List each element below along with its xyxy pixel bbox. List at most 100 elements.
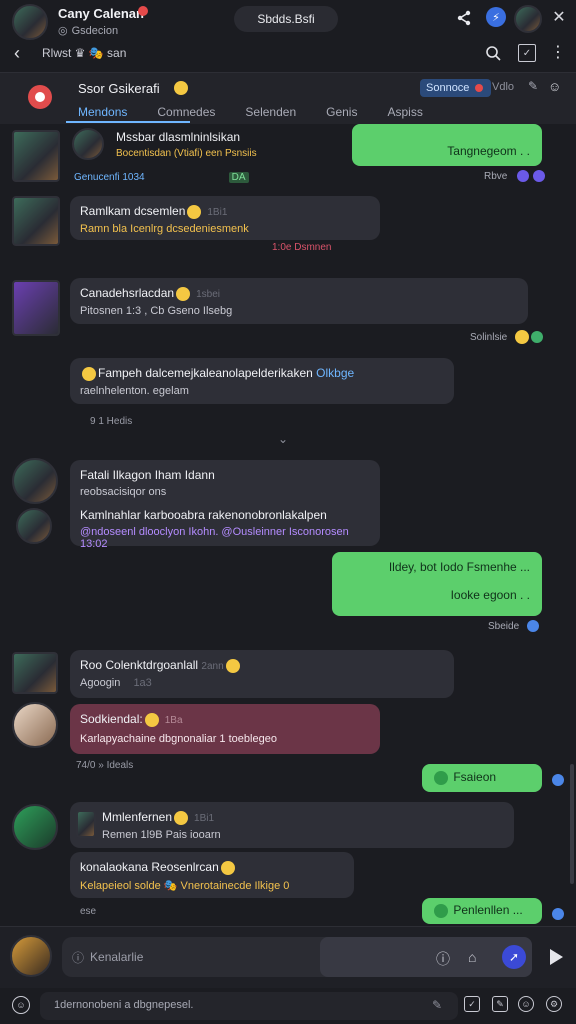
sender-avatar[interactable] — [12, 458, 58, 504]
status-line: Rlwst ♛ 🎭 san — [42, 46, 127, 60]
close-icon[interactable]: ✕ — [550, 8, 568, 26]
emoji-icon[interactable]: ☺ — [548, 79, 561, 94]
message-title: Sodkiendal: — [80, 712, 143, 726]
secondary-input-text: 1dernonobeni a dbgnepesel. — [54, 999, 194, 1011]
emoji-icon — [434, 903, 448, 918]
sender-avatar[interactable] — [12, 280, 60, 336]
outgoing-meta: Rbve — [484, 170, 546, 182]
chevron-down-icon[interactable]: ⌄ — [278, 432, 288, 446]
message-badge: 1sbei — [196, 289, 220, 300]
outgoing-bubble[interactable]: Ildey, bot Iodo Fsmenhe ... Iooke egoon … — [332, 552, 542, 616]
sender-avatar[interactable] — [12, 804, 58, 850]
chat-area: Mssbar dlasmlninlsikan Bocentisdan (Vtia… — [0, 124, 576, 926]
emoji-icon — [434, 770, 448, 785]
channel-logo — [28, 85, 52, 109]
outgoing-meta-text: Rbve — [484, 170, 508, 182]
title-pill[interactable]: Sbdds.Bsfi — [234, 6, 338, 32]
tab-comnedes[interactable]: Comnedes — [139, 105, 227, 119]
message-bubble[interactable]: konalaokana Reosenlrcan Kelapeieol solde… — [70, 852, 354, 898]
edit-icon[interactable]: ✎ — [492, 996, 508, 1012]
message-badge: 1Bi1 — [194, 813, 215, 824]
message-line: Kelapeieol solde 🎭 Vnerotainecde Ilkige … — [80, 879, 290, 892]
emoji-icon — [82, 366, 96, 381]
message-title: Mssbar dlasmlninlsikan — [116, 130, 241, 144]
notification-icon[interactable]: ⚡ — [486, 7, 506, 27]
smile-icon[interactable]: ☺ — [518, 996, 534, 1012]
message-meta: 1:0e Dsmnen — [272, 242, 332, 253]
composer-avatar[interactable] — [10, 935, 52, 977]
active-tab-underline — [66, 121, 190, 123]
outgoing-meta: Sbeide — [488, 620, 540, 632]
mic-icon[interactable]: ✎ — [528, 79, 538, 93]
message-bubble[interactable]: Roo Colenktdrgoanlall 2ann Agoogin 1a3 — [70, 650, 454, 698]
pen-icon[interactable]: ✎ — [432, 998, 442, 1012]
sender-avatar[interactable] — [12, 652, 58, 694]
checkbox-icon[interactable]: ✓ — [464, 996, 480, 1012]
tab-aspiss[interactable]: Aspiss — [369, 105, 434, 119]
message-line: Bocentisdan (Vtiafi) een Psnsiis — [116, 148, 257, 159]
user-avatar[interactable] — [514, 5, 542, 33]
message-bubble[interactable]: Canadehsrlacdan 1sbei Pitosnen 1:3 , Cb G… — [70, 278, 528, 324]
profile-handle: ◎ Gsdecion — [58, 24, 118, 38]
sender-avatar[interactable] — [12, 130, 60, 182]
inner-avatar — [76, 810, 96, 838]
message-bubble[interactable]: Fatali Ilkagon Iham Idann reobsacisiqor … — [70, 460, 380, 550]
status-chip-label: Sonnoce — [426, 82, 470, 94]
status-chip[interactable]: Sonnoce — [420, 79, 492, 97]
sender-avatar[interactable] — [12, 702, 58, 748]
back-arrow-icon[interactable]: ‹ — [8, 43, 26, 63]
profile-avatar[interactable] — [12, 4, 48, 40]
message-bubble[interactable]: Fampeh dalcemejkaleanolapelderikaken Olk… — [70, 358, 454, 404]
message-mention[interactable]: @ndoseenl dlooclyon Ikohn. @Ousleinner I… — [80, 526, 370, 550]
read-icon — [552, 774, 564, 786]
more-vertical-icon[interactable]: ⋮ — [550, 42, 566, 62]
emoji-icon — [174, 810, 189, 825]
at-icon: ◎ — [58, 25, 68, 37]
scrollbar[interactable] — [570, 764, 574, 884]
message-meta: Genucenfi 1034 DA — [74, 172, 249, 183]
secondary-input[interactable]: 1dernonobeni a dbgnepesel. ✎ — [40, 992, 458, 1020]
bottom-bar: ☺ 1dernonobeni a dbgnepesel. ✎ ✓ ✎ ☺ ⚙ — [0, 988, 576, 1024]
share-icon[interactable] — [454, 8, 474, 28]
outgoing-bubble[interactable]: Fsaieon — [422, 764, 542, 792]
read-icon — [527, 620, 540, 632]
gift-icon[interactable]: ⌂ — [468, 949, 476, 965]
outgoing-bubble[interactable]: Tangnegeom . . — [352, 124, 542, 166]
tab-mendons[interactable]: Mendons — [66, 105, 139, 119]
chip-right-text: Vdlo — [492, 81, 515, 93]
tab-genis[interactable]: Genis — [308, 105, 369, 119]
emoji-icon — [176, 286, 191, 301]
input-placeholder: Kenalarlie — [90, 950, 144, 964]
message-link[interactable]: Olkbge — [316, 366, 354, 380]
status-dot-icon — [138, 6, 148, 16]
message-meta: 74/0 » Ideals — [76, 760, 134, 771]
message-bubble[interactable]: Mmlenfernen 1Bi1 Remen 1l9B Pais iooarn — [70, 802, 514, 848]
compass-icon[interactable]: ➚ — [502, 945, 526, 969]
message-bubble[interactable]: Ramlkam dcsemlen 1Bi1 Ramn bla Icenlrg dc… — [70, 196, 380, 240]
outgoing-bubble[interactable]: Penlenllen ... — [422, 898, 542, 924]
message-title: Roo Colenktdrgoanlall — [80, 658, 199, 672]
channel-tabs: Mendons Comnedes Selenden Genis Aspiss — [66, 101, 435, 123]
emoji-picker-icon[interactable]: ☺ — [12, 996, 30, 1014]
info-circle-icon[interactable]: ⓘ — [436, 949, 450, 969]
message-title: Mmlenfernen — [102, 810, 173, 824]
outgoing-text: Fsaieon — [453, 770, 497, 784]
sender-avatar-secondary[interactable] — [16, 508, 52, 544]
message-title: Fatali Ilkagon Iham Idann — [80, 468, 215, 482]
sender-avatar[interactable] — [12, 196, 60, 246]
search-icon[interactable] — [484, 44, 502, 62]
message-badge: 1Bi1 — [207, 207, 228, 218]
settings-icon[interactable]: ⚙ — [546, 996, 562, 1012]
message-bubble[interactable]: Mssbar dlasmlninlsikan Bocentisdan (Vtia… — [68, 124, 298, 170]
message-title: Ramlkam dcsemlen — [80, 204, 186, 218]
tab-selenden[interactable]: Selenden — [227, 105, 308, 119]
message-line: raelnhelenton. egelam — [80, 384, 189, 397]
outgoing-line: Iooke egoon . . — [450, 588, 530, 602]
tag-badge: DA — [228, 172, 249, 183]
message-meta: ese — [80, 906, 97, 917]
checkbox-icon[interactable]: ✓ — [518, 44, 536, 62]
composer-bar: ⓘ Kenalarlie ⓘ ⌂ ➚ — [0, 926, 576, 989]
message-bubble-highlight[interactable]: Sodkiendal: 1Ba Karlapyachaine dbgnonalia… — [70, 704, 380, 754]
message-line: reobsacisiqor ons — [80, 486, 167, 498]
send-icon[interactable] — [546, 947, 566, 967]
